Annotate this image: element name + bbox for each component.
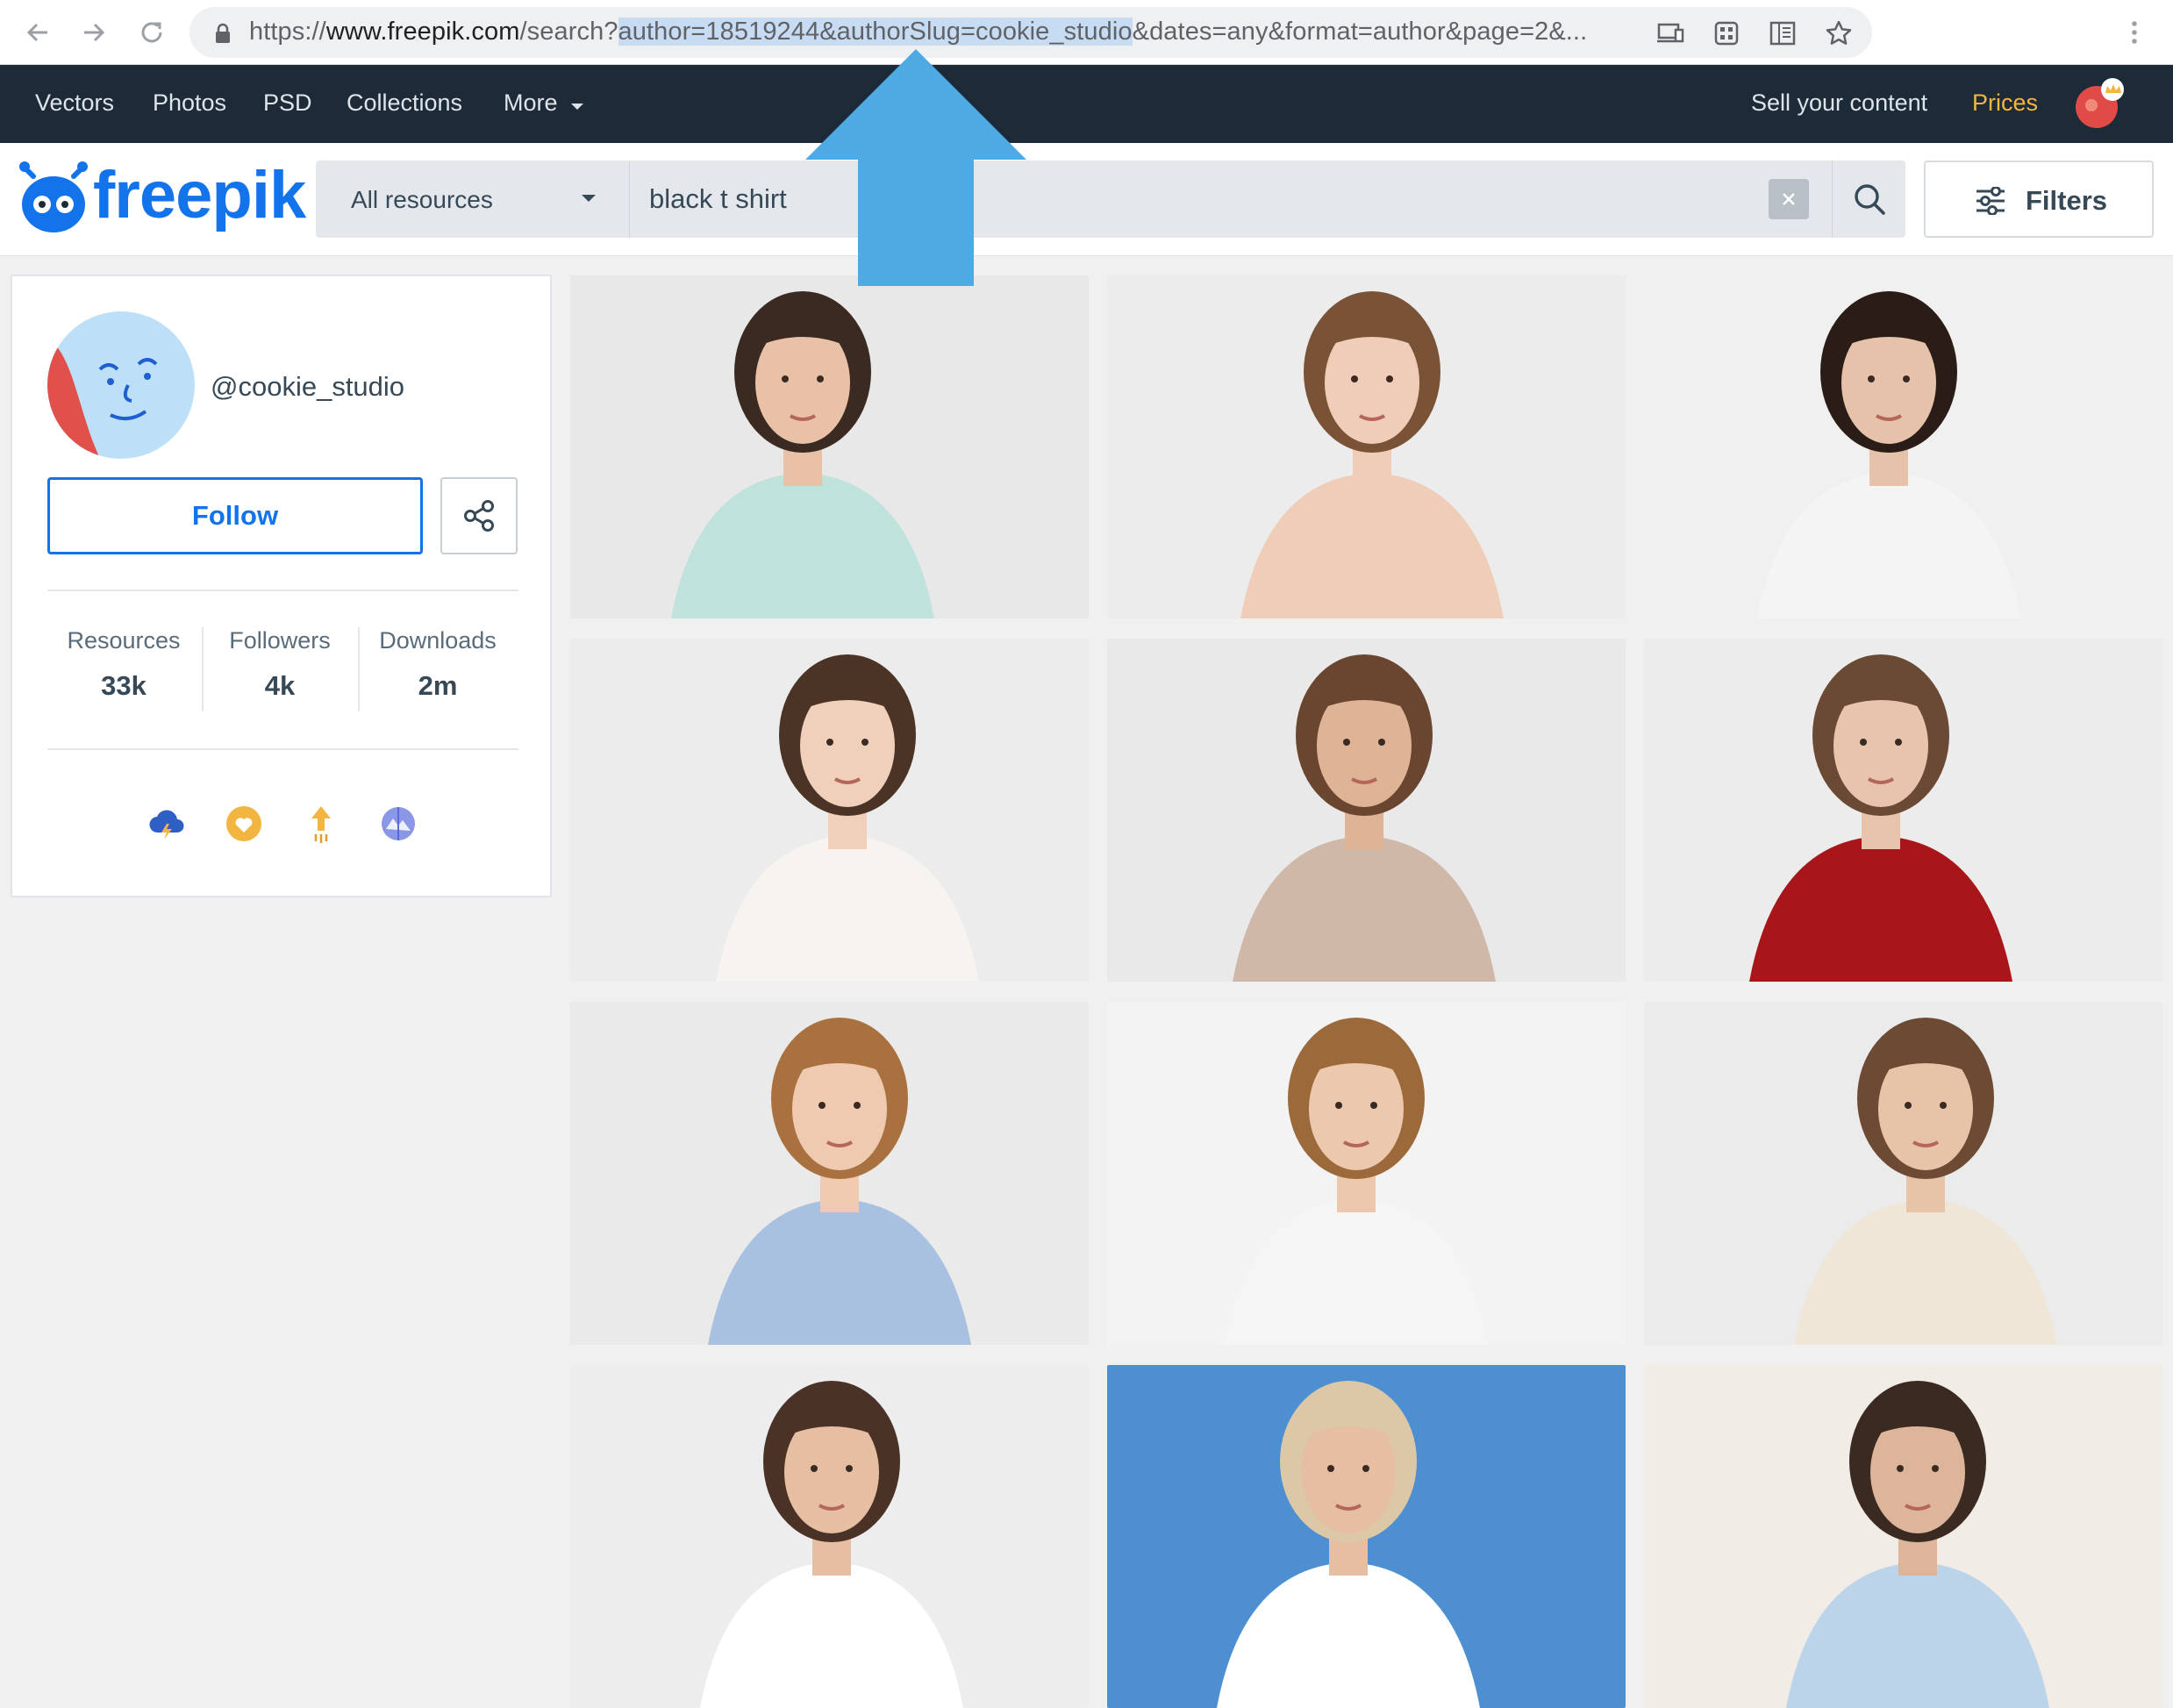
photo-tile[interactable] <box>1644 639 2162 982</box>
url-highlight: author=18519244&authorSlug=cookie_studio <box>618 18 1133 46</box>
browser-toolbar: https://www.freepik.com/search?author=18… <box>0 0 2173 65</box>
search-input[interactable]: black t shirt <box>649 183 787 215</box>
photo-tile[interactable] <box>570 639 1089 982</box>
close-icon <box>1783 193 1795 205</box>
site-header: freepik All resources black t shirt Filt… <box>0 143 2173 256</box>
share-button[interactable] <box>440 477 518 554</box>
follow-button[interactable]: Follow <box>47 477 423 554</box>
cloud-badge-icon[interactable] <box>146 803 188 845</box>
photo-tile[interactable] <box>1107 1002 1626 1345</box>
nav-psd[interactable]: PSD <box>263 89 312 117</box>
author-profile-card: @cookie_studio Follow Resources 33k Foll… <box>11 275 552 897</box>
heart-badge-icon[interactable] <box>223 803 265 845</box>
photo-tile[interactable] <box>570 1002 1089 1345</box>
chevron-down-icon <box>582 195 596 202</box>
sliders-icon <box>1976 187 2005 215</box>
photo-tile[interactable] <box>570 275 1089 618</box>
stat-separator <box>358 627 360 711</box>
upload-badge-icon[interactable] <box>300 803 342 845</box>
photo-tile[interactable] <box>1107 639 1626 982</box>
back-icon[interactable] <box>18 12 58 53</box>
divider <box>47 748 518 750</box>
nav-photos[interactable]: Photos <box>153 89 226 117</box>
stat-downloads: Downloads 2m <box>379 627 497 701</box>
stat-resources: Resources 33k <box>67 627 181 701</box>
url-text[interactable]: https://www.freepik.com/search?author=18… <box>249 18 1587 46</box>
nav-collections[interactable]: Collections <box>347 89 462 117</box>
search-bar: All resources black t shirt <box>316 161 1905 238</box>
author-avatar[interactable] <box>47 311 195 463</box>
search-button[interactable] <box>1832 161 1905 238</box>
nav-sell-content[interactable]: Sell your content <box>1751 89 1927 117</box>
chevron-down-icon <box>570 100 584 116</box>
globe-badge-icon[interactable] <box>377 803 419 845</box>
bookmark-star-icon[interactable] <box>1823 18 1855 49</box>
resource-type-select[interactable]: All resources <box>316 161 630 238</box>
clear-search-button[interactable] <box>1769 179 1809 219</box>
photo-tile[interactable] <box>1107 275 1626 618</box>
apps-grid-icon[interactable] <box>1711 18 1742 49</box>
nav-prices[interactable]: Prices <box>1972 89 2038 117</box>
address-bar[interactable]: https://www.freepik.com/search?author=18… <box>189 7 1872 58</box>
lock-icon[interactable] <box>207 18 239 49</box>
author-handle[interactable]: @cookie_studio <box>211 371 404 403</box>
freepik-logo-text[interactable]: freepik <box>93 162 306 229</box>
stat-followers: Followers 4k <box>229 627 331 701</box>
reload-icon[interactable] <box>132 12 172 53</box>
cast-icon[interactable] <box>1655 18 1686 49</box>
nav-more[interactable]: More <box>504 89 558 117</box>
divider <box>47 590 518 591</box>
photo-tile[interactable] <box>1644 1002 2162 1345</box>
user-avatar[interactable] <box>2072 77 2125 130</box>
search-icon <box>1854 184 1885 215</box>
site-top-nav: Vectors Photos PSD Collections More Sell… <box>0 65 2173 143</box>
annotation-arrow <box>802 46 1030 292</box>
photo-tile[interactable] <box>1644 275 2162 618</box>
browser-menu-icon[interactable] <box>2114 12 2155 53</box>
reader-mode-icon[interactable] <box>1767 18 1798 49</box>
stat-separator <box>202 627 204 711</box>
nav-vectors[interactable]: Vectors <box>35 89 114 117</box>
forward-icon[interactable] <box>74 12 114 53</box>
share-icon <box>464 500 494 532</box>
filters-button[interactable]: Filters <box>1924 161 2154 238</box>
freepik-robot-logo-icon[interactable] <box>18 159 89 242</box>
